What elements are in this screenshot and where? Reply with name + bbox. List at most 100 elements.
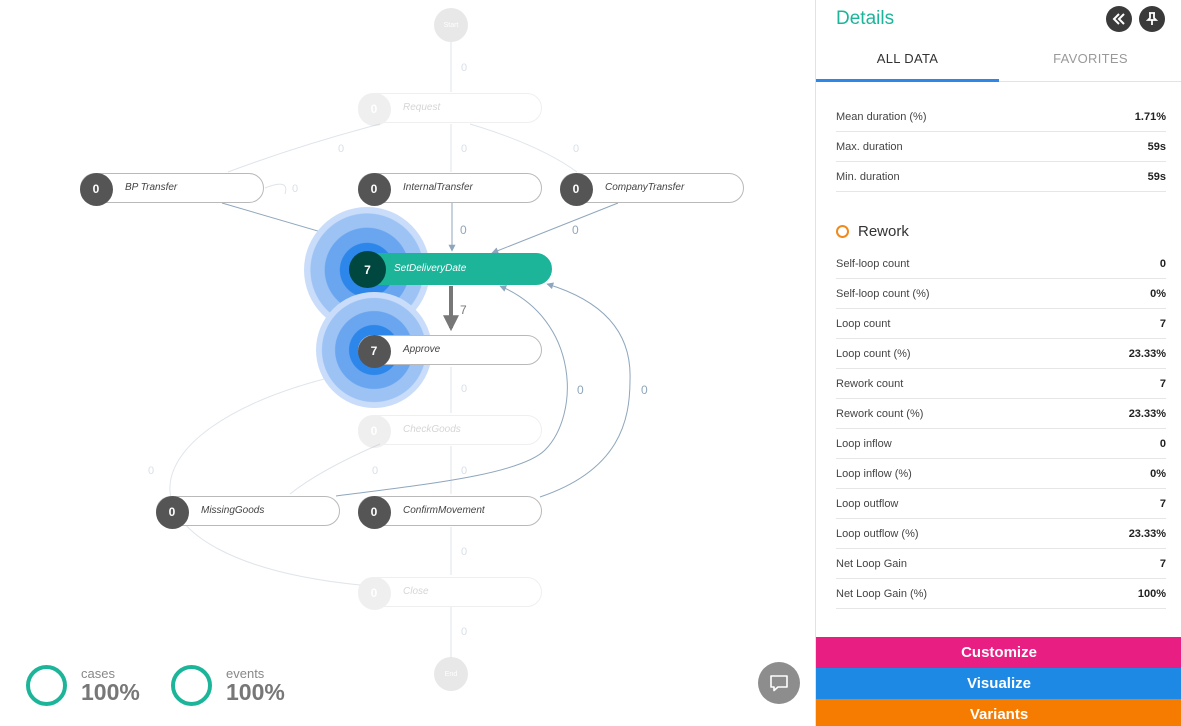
node-internal-transfer[interactable]: 0 InternalTransfer [357,172,542,206]
cases-value: 100% [81,679,140,705]
panel-title: Details [836,8,895,29]
metric-row-value: 23.33% [1128,347,1166,360]
metric-row-value: 7 [1159,497,1166,510]
edge-label-check-missing: 0 [372,465,378,477]
cases-metric: cases 100% [26,665,140,706]
metric-row: Mean duration (%) 1.71% [836,102,1166,132]
node-check-goods[interactable]: 0 CheckGoods [357,414,542,448]
node-count: 0 [357,576,391,610]
edge-label-request-internal: 0 [461,143,467,155]
node-count: 0 [357,172,391,206]
metric-row-value: 23.33% [1128,407,1166,420]
metric-row-key: Loop inflow [836,437,892,450]
metric-row-key: Min. duration [836,170,900,183]
chat-bubble-icon [770,675,788,692]
node-label: Approve [403,344,441,355]
metric-row: Self-loop count 0 [836,249,1166,279]
metric-row: Loop count (%) 23.33% [836,339,1166,369]
node-label: CheckGoods [403,424,461,435]
duration-rows: Mean duration (%) 1.71% Max. duration 59s Mi… [836,102,1166,192]
metric-row-value: 7 [1159,377,1166,390]
edge-label-close-end: 0 [461,626,467,638]
node-confirm-movement[interactable]: 0 ConfirmMovement [357,495,542,529]
end-node[interactable]: End [434,657,468,691]
node-approve[interactable]: 7 Approve [357,334,542,368]
metric-row-value: 1.71% [1134,110,1166,123]
metric-row-key: Rework count (%) [836,407,924,420]
metric-row-key: Loop inflow (%) [836,467,912,480]
node-count: 0 [357,495,391,529]
metric-row-key: Self-loop count [836,257,910,270]
edge-label-internal-set: 0 [460,223,467,237]
events-metric: events 100% [171,665,285,706]
metric-row: Loop outflow (%) 23.33% [836,519,1166,549]
edge-label-set-approve: 7 [460,303,467,317]
node-count: 0 [79,172,113,206]
node-label: Request [403,102,441,113]
metric-row: Net Loop Gain 7 [836,549,1166,579]
metric-row-key: Rework count [836,377,904,390]
edge-label-bp-loop: 0 [292,183,298,195]
metric-row-value: 100% [1137,587,1166,600]
edge-label-approve-check: 0 [461,383,467,395]
metric-row-key: Loop outflow [836,497,899,510]
collapse-panel-button[interactable] [1106,6,1132,32]
metric-row: Loop inflow (%) 0% [836,459,1166,489]
edge-label-confirm-set: 0 [641,383,648,397]
node-close[interactable]: 0 Close [357,576,542,610]
events-ring-icon [171,665,212,706]
chat-button[interactable] [758,662,800,704]
metric-row: Max. duration 59s [836,132,1166,162]
cases-ring-icon [26,665,67,706]
node-set-delivery-date[interactable]: 7 SetDeliveryDate [349,251,552,288]
edge-label-check-confirm: 0 [461,465,467,477]
metric-row-value: 7 [1159,557,1166,570]
panel-tabs: ALL DATA FAVORITES [816,38,1181,82]
tab-all-data[interactable]: ALL DATA [816,38,999,82]
metric-row: Min. duration 59s [836,162,1166,192]
end-label: End [444,670,458,678]
pin-panel-button[interactable] [1139,6,1165,32]
node-label: MissingGoods [201,505,265,516]
metric-row-key: Mean duration (%) [836,110,927,123]
double-chevron-left-icon [1112,13,1125,25]
node-count: 0 [155,495,189,529]
start-node[interactable]: Start [434,8,468,42]
node-missing-goods[interactable]: 0 MissingGoods [155,495,340,529]
metric-row-value: 0 [1159,437,1166,450]
visualize-button[interactable]: Visualize [816,668,1181,699]
edge-label-approve-close: 0 [148,465,154,477]
metric-row-key: Self-loop count (%) [836,287,930,300]
metric-row-value: 59s [1147,170,1166,183]
details-panel: Details ALL DATA FAVORITES Mean duration… [815,0,1181,726]
node-count: 0 [559,172,593,206]
node-count: 7 [349,251,386,288]
edge-label-confirm-close: 0 [461,546,467,558]
node-count: 0 [357,92,391,126]
metric-row-key: Max. duration [836,140,903,153]
node-label: InternalTransfer [403,182,473,193]
metric-row-value: 59s [1147,140,1166,153]
node-label: SetDeliveryDate [394,263,467,274]
rework-rows: Self-loop count 0 Self-loop count (%) 0% Loo… [836,249,1166,609]
metric-row: Loop inflow 0 [836,429,1166,459]
rework-dot-icon [836,225,849,238]
node-bp-transfer[interactable]: 0 BP Transfer [79,172,264,206]
edge-label-request-bp: 0 [338,143,344,155]
node-count: 7 [357,334,391,368]
node-company-transfer[interactable]: 0 CompanyTransfer [559,172,744,206]
metric-row: Self-loop count (%) 0% [836,279,1166,309]
metric-row-key: Loop outflow (%) [836,527,919,540]
metric-row-key: Loop count (%) [836,347,911,360]
node-label: CompanyTransfer [605,182,685,193]
edge-label-start-request: 0 [461,62,467,74]
node-label: BP Transfer [125,182,178,193]
tab-favorites[interactable]: FAVORITES [999,38,1181,82]
metric-row: Rework count 7 [836,369,1166,399]
metric-row-value: 23.33% [1128,527,1166,540]
node-request[interactable]: 0 Request [357,92,542,126]
variants-button[interactable]: Variants [816,699,1181,726]
node-label: Close [403,586,429,597]
process-map-canvas[interactable]: 0 0 0 0 0 0 0 0 7 0 0 0 0 0 0 0 0 Start … [0,0,815,726]
customize-button[interactable]: Customize [816,637,1181,668]
